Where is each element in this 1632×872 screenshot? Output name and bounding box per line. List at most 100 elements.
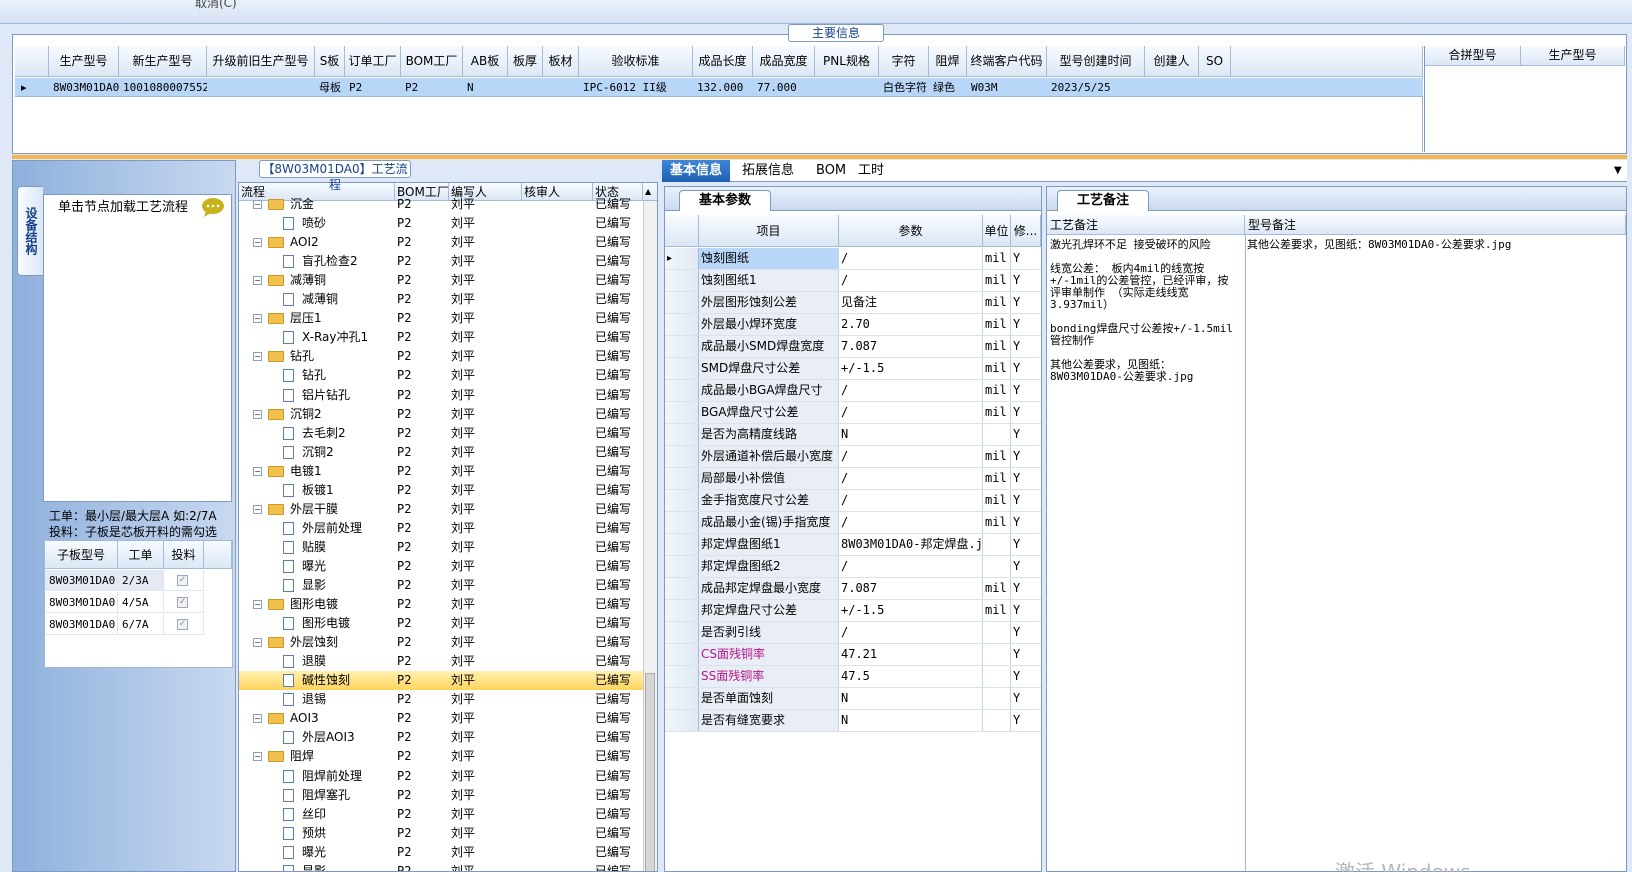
- tree-node[interactable]: 铝片钻孔 P2 刘平 已编写: [239, 386, 643, 405]
- main-cell-1[interactable]: 10010800075529: [119, 78, 207, 97]
- col-header-6[interactable]: AB板: [463, 46, 508, 77]
- tab-basic-params[interactable]: 基本参数: [679, 190, 771, 211]
- param-row[interactable]: 邦定焊盘图纸1 8W03M01DA0-邦定焊盘.jpg Y: [665, 534, 1041, 556]
- param-value[interactable]: 见备注: [839, 292, 983, 313]
- param-row[interactable]: 金手指宽度尺寸公差 / mil Y: [665, 490, 1041, 512]
- param-row[interactable]: 成品最小金(锡)手指宽度 / mil Y: [665, 512, 1041, 534]
- tree-node[interactable]: 板镀1 P2 刘平 已编写: [239, 481, 643, 500]
- main-cell-10[interactable]: 132.000: [693, 78, 753, 97]
- collapse-toggle-icon[interactable]: −: [253, 600, 262, 610]
- model-remarks-text[interactable]: 其他公差要求，见图纸：8W03M01DA0-公差要求.jpg: [1247, 239, 1617, 251]
- tree-node[interactable]: 外层AOI3 P2 刘平 已编写: [239, 728, 643, 747]
- sub-cell-1-0[interactable]: 8W03M01DA0: [45, 592, 118, 613]
- sub-cell-0-1[interactable]: 2/3A: [118, 570, 164, 591]
- tree-node[interactable]: 显影 P2 刘平 已编写: [239, 862, 643, 871]
- tree-node[interactable]: − 电镀1 P2 刘平 已编写: [239, 462, 643, 481]
- tree-folder-label[interactable]: − 钻孔: [253, 347, 395, 366]
- tab-0[interactable]: 基本信息: [662, 160, 731, 182]
- collapse-toggle-icon[interactable]: −: [253, 409, 262, 419]
- tree-node[interactable]: − 层压1 P2 刘平 已编写: [239, 309, 643, 328]
- param-row[interactable]: 成品邦定焊盘最小宽度 7.087 mil Y: [665, 578, 1041, 600]
- col-header-16[interactable]: 型号创建时间: [1047, 46, 1145, 77]
- param-row[interactable]: 外层通道补偿后最小宽度 / mil Y: [665, 446, 1041, 468]
- tabs-dropdown-icon[interactable]: ▼: [1606, 160, 1630, 182]
- main-cell-15[interactable]: W03M: [967, 78, 1047, 97]
- main-cell-8[interactable]: [543, 78, 579, 97]
- collapse-toggle-icon[interactable]: −: [253, 752, 262, 762]
- bp-col-header-3[interactable]: 修...: [1011, 215, 1041, 247]
- tree-node[interactable]: 阻焊前处理 P2 刘平 已编写: [239, 767, 643, 786]
- param-row[interactable]: ▸ 蚀刻图纸 / mil Y: [665, 248, 1041, 270]
- merge-model-grid[interactable]: 合拼型号 生产型号: [1424, 46, 1626, 152]
- param-value[interactable]: 47.5: [839, 666, 983, 687]
- collapse-toggle-icon[interactable]: −: [253, 314, 262, 324]
- process-tree[interactable]: 流程 BOM工厂 编写人 核审人 状态 ▲ − 沉金 P2 刘平 已编写 喷砂 P2 刘平 已编写 − AOI…: [238, 182, 658, 872]
- main-cell-7[interactable]: [508, 78, 543, 97]
- param-value[interactable]: /: [839, 248, 983, 269]
- param-value[interactable]: /: [839, 512, 983, 533]
- bp-col-header-0[interactable]: 项目: [699, 215, 839, 247]
- main-info-grid[interactable]: 生产型号 8W03M01DA0 新生产型号 10010800075529 升级前旧生产型…: [15, 46, 1423, 152]
- param-row[interactable]: 是否剥引线 / Y: [665, 622, 1041, 644]
- main-cell-12[interactable]: [815, 78, 879, 97]
- tab-2[interactable]: BOM: [808, 160, 854, 182]
- tree-node[interactable]: − 外层干膜 P2 刘平 已编写: [239, 500, 643, 519]
- tree-folder-label[interactable]: − 阻焊: [253, 747, 395, 766]
- param-value[interactable]: 8W03M01DA0-邦定焊盘.jpg: [839, 534, 983, 555]
- tree-node[interactable]: − 钻孔 P2 刘平 已编写: [239, 347, 643, 366]
- param-value[interactable]: /: [839, 622, 983, 643]
- tree-node[interactable]: 贴膜 P2 刘平 已编写: [239, 538, 643, 557]
- param-row[interactable]: 外层最小焊环宽度 2.70 mil Y: [665, 314, 1041, 336]
- sub-board-grid[interactable]: 子板型号 工单 投料 8W03M01DA0 2/3A ✓ 8W03M01DA0 4/5A ✓ 8W…: [44, 540, 233, 668]
- tree-node[interactable]: 外层前处理 P2 刘平 已编写: [239, 519, 643, 538]
- main-cell-16[interactable]: 2023/5/25: [1047, 78, 1145, 97]
- main-cell-9[interactable]: IPC-6012 II级: [579, 78, 693, 97]
- col-header-14[interactable]: 阻焊: [929, 46, 967, 77]
- tree-folder-label[interactable]: − 图形电镀: [253, 595, 395, 614]
- panel-splitter[interactable]: [12, 155, 1627, 159]
- tree-folder-label[interactable]: − 减薄铜: [253, 271, 395, 290]
- tree-node[interactable]: 图形电镀 P2 刘平 已编写: [239, 614, 643, 633]
- param-value[interactable]: /: [839, 556, 983, 577]
- main-cell-13[interactable]: 白色字符: [879, 78, 929, 97]
- collapse-toggle-icon[interactable]: −: [253, 638, 262, 648]
- sub-col-header-0[interactable]: 子板型号: [45, 541, 118, 569]
- param-value[interactable]: /: [839, 402, 983, 423]
- main-cell-4[interactable]: P2: [345, 78, 401, 97]
- col-header-17[interactable]: 创建人: [1145, 46, 1199, 77]
- merge-col-header-1[interactable]: 生产型号: [1521, 46, 1625, 66]
- col-header-2[interactable]: 升级前旧生产型号: [207, 46, 315, 77]
- param-value[interactable]: N: [839, 424, 983, 445]
- tree-node[interactable]: − 减薄铜 P2 刘平 已编写: [239, 271, 643, 290]
- tree-node[interactable]: − AOI2 P2 刘平 已编写: [239, 233, 643, 252]
- col-header-7[interactable]: 板厚: [508, 46, 543, 77]
- tree-node[interactable]: − 图形电镀 P2 刘平 已编写: [239, 595, 643, 614]
- tree-node[interactable]: 喷砂 P2 刘平 已编写: [239, 214, 643, 233]
- equipment-structure-tab[interactable]: 设备结构: [17, 186, 43, 276]
- sub-cell-0-0[interactable]: 8W03M01DA0: [45, 570, 118, 591]
- col-header-0[interactable]: 生产型号: [49, 46, 119, 77]
- col-header-1[interactable]: 新生产型号: [119, 46, 207, 77]
- tree-node[interactable]: 碱性蚀刻 P2 刘平 已编写: [239, 671, 643, 691]
- merge-col-header-0[interactable]: 合拼型号: [1425, 46, 1521, 66]
- param-value[interactable]: 7.087: [839, 578, 983, 599]
- main-cell-11[interactable]: 77.000: [753, 78, 815, 97]
- collapse-toggle-icon[interactable]: −: [253, 276, 262, 286]
- bp-col-header-2[interactable]: 单位: [983, 215, 1011, 247]
- sub-cell-1-1[interactable]: 4/5A: [118, 592, 164, 613]
- collapse-toggle-icon[interactable]: −: [253, 238, 262, 248]
- tree-folder-label[interactable]: − 沉金: [253, 195, 395, 214]
- tree-folder-label[interactable]: − 电镀1: [253, 462, 395, 481]
- sub-col-header-1[interactable]: 工单: [118, 541, 164, 569]
- tree-node[interactable]: 钻孔 P2 刘平 已编写: [239, 366, 643, 385]
- tree-node[interactable]: 曝光 P2 刘平 已编写: [239, 843, 643, 862]
- bp-col-header-1[interactable]: 参数: [839, 215, 983, 247]
- tree-node[interactable]: − 阻焊 P2 刘平 已编写: [239, 747, 643, 766]
- main-cell-18[interactable]: [1199, 78, 1231, 97]
- col-header-11[interactable]: 成品宽度: [753, 46, 815, 77]
- sub-cell-2-0[interactable]: 8W03M01DA0: [45, 614, 118, 635]
- param-row[interactable]: 成品最小BGA焊盘尺寸 / mil Y: [665, 380, 1041, 402]
- col-header-12[interactable]: PNL规格: [815, 46, 879, 77]
- param-row[interactable]: 局部最小补偿值 / mil Y: [665, 468, 1041, 490]
- tab-3[interactable]: 工时: [850, 160, 892, 182]
